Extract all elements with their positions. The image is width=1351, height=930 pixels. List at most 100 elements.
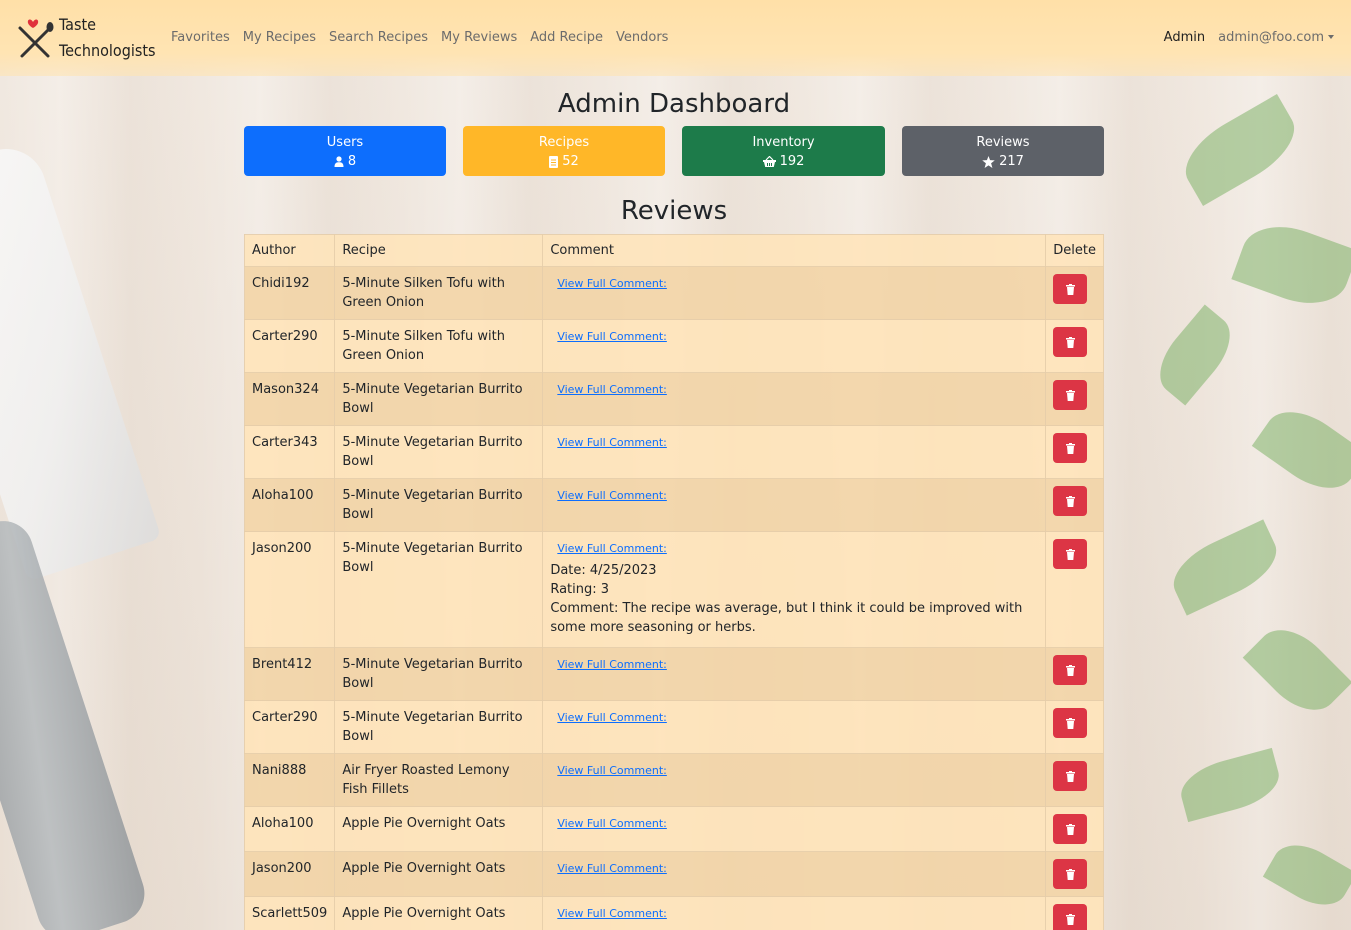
author-cell: Carter290 bbox=[243, 319, 336, 373]
recipes-stat-label: Recipes bbox=[538, 135, 590, 150]
comment-date: Date: 4/25/2023 bbox=[550, 563, 657, 578]
delete-button[interactable] bbox=[1053, 859, 1088, 889]
delete-cell bbox=[1045, 372, 1104, 426]
reviews-table: Author Recipe Comment Delete Chidi192 5-… bbox=[243, 234, 1104, 930]
brand-name: Taste Technologists bbox=[59, 12, 155, 64]
recipe-cell: 5-Minute Vegetarian Burrito Bowl bbox=[334, 647, 544, 701]
recipe-cell: Apple Pie Overnight Oats bbox=[334, 806, 544, 852]
delete-button[interactable] bbox=[1053, 539, 1088, 569]
author-cell: Mason324 bbox=[243, 372, 336, 426]
recipe-cell: 5-Minute Silken Tofu with Green Onion bbox=[334, 266, 544, 320]
table-row: Scarlett509 Apple Pie Overnight Oats Vie… bbox=[243, 896, 1104, 930]
recipes-stat-card[interactable]: Recipes 52 bbox=[463, 126, 665, 176]
recipe-cell: 5-Minute Vegetarian Burrito Bowl bbox=[334, 425, 544, 479]
trash-icon bbox=[1065, 389, 1075, 401]
comment-cell: View Full Comment: bbox=[542, 896, 1047, 930]
author-cell: Brent412 bbox=[243, 647, 336, 701]
nav-admin[interactable]: Admin bbox=[1164, 30, 1205, 45]
view-full-comment-link[interactable]: View Full Comment: bbox=[557, 817, 667, 830]
table-header-row: Author Recipe Comment Delete bbox=[243, 234, 1104, 267]
view-full-comment-link[interactable]: View Full Comment: bbox=[557, 489, 667, 502]
table-row: Nani888 Air Fryer Roasted Lemony Fish Fi… bbox=[243, 753, 1104, 807]
nav-favorites[interactable]: Favorites bbox=[171, 30, 230, 45]
comment-cell: View Full Comment: Date: 4/25/2023 Ratin… bbox=[542, 531, 1047, 648]
trash-icon bbox=[1065, 664, 1075, 676]
delete-button[interactable] bbox=[1053, 274, 1088, 304]
page-title: Admin Dashboard bbox=[557, 89, 791, 119]
reviews-table-body: Chidi192 5-Minute Silken Tofu with Green… bbox=[243, 266, 1104, 930]
delete-button[interactable] bbox=[1053, 380, 1088, 410]
star-icon bbox=[982, 155, 995, 168]
delete-cell bbox=[1045, 851, 1104, 897]
recipe-cell: Air Fryer Roasted Lemony Fish Fillets bbox=[334, 753, 544, 807]
delete-button[interactable] bbox=[1053, 814, 1088, 844]
delete-cell bbox=[1045, 700, 1104, 754]
recipe-cell: 5-Minute Silken Tofu with Green Onion bbox=[334, 319, 544, 373]
trash-icon bbox=[1065, 717, 1075, 729]
nav-search-recipes[interactable]: Search Recipes bbox=[329, 30, 428, 45]
delete-button[interactable] bbox=[1053, 904, 1088, 930]
brand-line-1: Taste bbox=[59, 15, 96, 34]
nav-my-reviews[interactable]: My Reviews bbox=[441, 30, 517, 45]
nav-add-recipe[interactable]: Add Recipe bbox=[530, 30, 603, 45]
users-stat-card[interactable]: Users 8 bbox=[244, 126, 446, 176]
trash-icon bbox=[1065, 823, 1075, 835]
view-full-comment-link[interactable]: View Full Comment: bbox=[557, 542, 667, 555]
view-full-comment-link[interactable]: View Full Comment: bbox=[557, 658, 667, 671]
delete-cell bbox=[1045, 896, 1104, 930]
table-row-expanded: Jason200 5-Minute Vegetarian Burrito Bow… bbox=[243, 531, 1104, 648]
recipe-cell: 5-Minute Vegetarian Burrito Bowl bbox=[334, 531, 544, 648]
author-column-header: Author bbox=[243, 234, 336, 267]
author-cell: Scarlett509 bbox=[243, 896, 336, 930]
table-row: Aloha100 5-Minute Vegetarian Burrito Bow… bbox=[243, 478, 1104, 532]
comment-cell: View Full Comment: bbox=[542, 266, 1047, 320]
users-stat-label: Users bbox=[326, 135, 364, 150]
author-cell: Carter290 bbox=[243, 700, 336, 754]
view-full-comment-link[interactable]: View Full Comment: bbox=[557, 383, 667, 396]
table-row: Carter343 5-Minute Vegetarian Burrito Bo… bbox=[243, 425, 1104, 479]
delete-button[interactable] bbox=[1053, 655, 1088, 685]
view-full-comment-link[interactable]: View Full Comment: bbox=[557, 436, 667, 449]
view-full-comment-link[interactable]: View Full Comment: bbox=[557, 277, 667, 290]
table-row: Carter290 5-Minute Vegetarian Burrito Bo… bbox=[243, 700, 1104, 754]
user-dropdown[interactable]: admin@foo.com bbox=[1218, 30, 1334, 45]
delete-cell bbox=[1045, 478, 1104, 532]
inventory-stat-card[interactable]: Inventory 192 bbox=[682, 126, 885, 176]
nav-my-recipes[interactable]: My Recipes bbox=[243, 30, 316, 45]
view-full-comment-link[interactable]: View Full Comment: bbox=[557, 764, 667, 777]
recipe-cell: Apple Pie Overnight Oats bbox=[334, 851, 544, 897]
view-full-comment-link[interactable]: View Full Comment: bbox=[557, 711, 667, 724]
comment-cell: View Full Comment: bbox=[542, 753, 1047, 807]
delete-column-header: Delete bbox=[1045, 234, 1104, 267]
inventory-stat-value: 192 bbox=[779, 154, 805, 169]
comment-cell: View Full Comment: bbox=[542, 700, 1047, 754]
reviews-stat-card[interactable]: Reviews 217 bbox=[902, 126, 1104, 176]
trash-icon bbox=[1065, 868, 1075, 880]
person-icon bbox=[334, 156, 344, 167]
author-cell: Aloha100 bbox=[243, 478, 336, 532]
comment-cell: View Full Comment: bbox=[542, 851, 1047, 897]
delete-cell bbox=[1045, 266, 1104, 320]
delete-button[interactable] bbox=[1053, 327, 1088, 357]
view-full-comment-link[interactable]: View Full Comment: bbox=[557, 330, 667, 343]
trash-icon bbox=[1065, 336, 1075, 348]
trash-icon bbox=[1065, 283, 1075, 295]
caret-down-icon bbox=[1328, 35, 1334, 39]
comment-cell: View Full Comment: bbox=[542, 425, 1047, 479]
comment-text: Comment: The recipe was average, but I t… bbox=[550, 601, 1023, 635]
delete-button[interactable] bbox=[1053, 761, 1088, 791]
comment-detail: Date: 4/25/2023 Rating: 3 Comment: The r… bbox=[550, 561, 1038, 637]
table-row: Jason200 Apple Pie Overnight Oats View F… bbox=[243, 851, 1104, 897]
brand[interactable]: Taste Technologists bbox=[16, 14, 155, 64]
nav-vendors[interactable]: Vendors bbox=[616, 30, 668, 45]
trash-icon bbox=[1065, 495, 1075, 507]
view-full-comment-link[interactable]: View Full Comment: bbox=[557, 907, 667, 920]
logo-icon bbox=[16, 14, 56, 60]
basket-icon bbox=[762, 156, 776, 167]
delete-button[interactable] bbox=[1053, 433, 1088, 463]
delete-button[interactable] bbox=[1053, 708, 1088, 738]
comment-cell: View Full Comment: bbox=[542, 319, 1047, 373]
delete-button[interactable] bbox=[1053, 486, 1088, 516]
delete-cell bbox=[1045, 425, 1104, 479]
view-full-comment-link[interactable]: View Full Comment: bbox=[557, 862, 667, 875]
